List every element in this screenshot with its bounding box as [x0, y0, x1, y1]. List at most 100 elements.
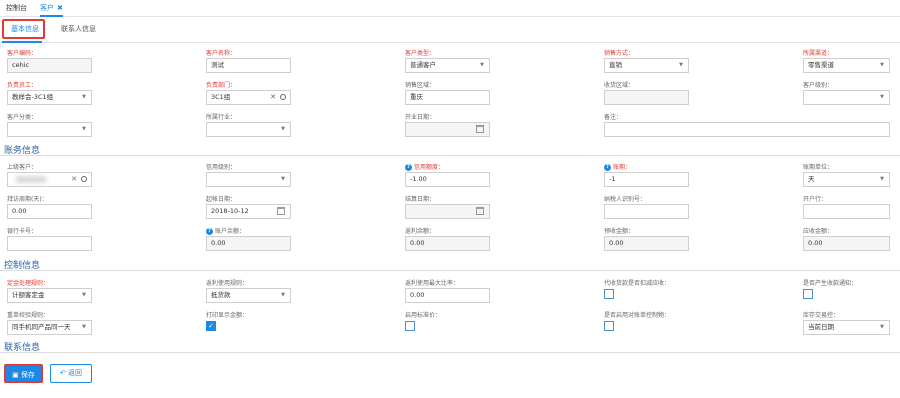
- sale-area-value: 重庆: [410, 93, 423, 101]
- close-icon[interactable]: ✖: [57, 4, 63, 12]
- sale-mode-value: 直销: [609, 61, 622, 69]
- sub-tab-bar: 基本信息 联系人信息: [0, 17, 900, 43]
- balance-label-text: 账户余额：: [215, 228, 246, 235]
- recv-area-label: 收货区域：: [604, 82, 635, 89]
- receivable-value: 0.00: [808, 239, 823, 247]
- dept-field[interactable]: 3C1组 ✕: [206, 90, 291, 105]
- back-button-label: 返回: [68, 369, 83, 377]
- dropdown-arrow-icon: ▼: [480, 62, 484, 68]
- settle-date-field[interactable]: [405, 204, 490, 219]
- tab-highlight-box: [2, 19, 45, 39]
- gen-notice-checkbox[interactable]: [803, 289, 813, 299]
- rebate-max-field[interactable]: 0.00: [405, 288, 490, 303]
- back-button[interactable]: ↶ 返回: [50, 364, 92, 383]
- customer-name-label: 客户名称：: [206, 50, 237, 57]
- tab-console[interactable]: 控制台: [6, 0, 27, 17]
- sale-area-field[interactable]: 重庆: [405, 90, 490, 105]
- account-date-value: 2018-10-12: [211, 207, 249, 215]
- credit-limit-label-text: 信用额度：: [414, 164, 445, 171]
- clear-icon[interactable]: ✕: [71, 173, 77, 186]
- card-field[interactable]: [7, 236, 92, 251]
- calendar-icon[interactable]: [277, 207, 285, 215]
- visit-cycle-value: 0.00: [12, 207, 27, 215]
- help-icon[interactable]: ?: [405, 164, 412, 171]
- tax-number-field[interactable]: [604, 204, 689, 219]
- channel-label: 所属渠道：: [803, 50, 834, 57]
- calendar-icon[interactable]: [476, 207, 484, 215]
- industry-select[interactable]: ▼: [206, 122, 291, 137]
- credit-limit-field[interactable]: -1.00: [405, 172, 490, 187]
- dropdown-arrow-icon: ▼: [880, 324, 884, 330]
- tab-customer[interactable]: 客户 ✖: [40, 0, 63, 17]
- dropdown-arrow-icon: ▼: [281, 292, 285, 298]
- customer-type-select[interactable]: 普通客户 ▼: [405, 58, 490, 73]
- credit-level-select[interactable]: ▼: [206, 172, 291, 187]
- bank-label: 开户行：: [803, 196, 828, 203]
- save-button[interactable]: ▣ 保存: [4, 364, 43, 383]
- term-unit-value: 天: [808, 175, 815, 183]
- collect-offset-checkbox[interactable]: [604, 289, 614, 299]
- stock-date-label: 库存交易控：: [803, 312, 840, 319]
- std-price-checkbox[interactable]: [405, 321, 415, 331]
- parent-customer-label: 上级客户：: [7, 164, 38, 171]
- rebate-max-label: 返利使用最大比率：: [405, 280, 460, 287]
- recv-area-field[interactable]: [604, 90, 689, 105]
- term-value: -1: [609, 175, 616, 183]
- deposit-rule-select[interactable]: 计额客定金 ▼: [7, 288, 92, 303]
- credit-level-label: 信用级别：: [206, 164, 237, 171]
- prepay-label: 预收金额：: [604, 228, 635, 235]
- section-divider: [0, 352, 900, 353]
- dropdown-arrow-icon: ▼: [82, 126, 86, 132]
- settle-date-label: 结算日期：: [405, 196, 436, 203]
- category-label: 客户分类：: [7, 114, 38, 121]
- dept-label: 负责部门：: [206, 82, 237, 89]
- channel-select[interactable]: 零售渠道 ▼: [803, 58, 890, 73]
- price-ctrl-checkbox[interactable]: [604, 321, 614, 331]
- visit-cycle-field[interactable]: 0.00: [7, 204, 92, 219]
- rebate-rule-label: 返利使用规则：: [206, 280, 249, 287]
- balance-label: ? 账户余额：: [206, 226, 245, 235]
- std-price-label: 启用标准价：: [405, 312, 442, 319]
- term-label-text: 账期：: [613, 164, 632, 171]
- term-unit-select[interactable]: 天 ▼: [803, 172, 890, 187]
- parent-customer-field[interactable]: ✕: [7, 172, 92, 187]
- rebate-rule-select[interactable]: 抵货款 ▼: [206, 288, 291, 303]
- calendar-icon[interactable]: [476, 125, 484, 133]
- rebate-label: 返利余额：: [405, 228, 436, 235]
- tab-contact-info[interactable]: 联系人信息: [61, 24, 96, 34]
- remark-field[interactable]: [604, 122, 890, 137]
- customer-code-field[interactable]: cehic: [7, 58, 92, 73]
- level-select[interactable]: ▼: [803, 90, 890, 105]
- staff-select[interactable]: 教样会-3C1组 ▼: [7, 90, 92, 105]
- tax-number-label: 纳税人识别号：: [604, 196, 647, 203]
- clear-icon[interactable]: ✕: [270, 91, 276, 104]
- bank-field[interactable]: [803, 204, 890, 219]
- dept-value: 3C1组: [211, 93, 231, 101]
- term-field[interactable]: -1: [604, 172, 689, 187]
- account-date-field[interactable]: 2018-10-12: [206, 204, 291, 219]
- search-icon[interactable]: [280, 94, 286, 100]
- checkmark-icon: ✓: [208, 322, 214, 330]
- serial-rule-select[interactable]: 同手机同产品同一天 ▼: [7, 320, 92, 335]
- section-divider: [0, 155, 900, 156]
- dropdown-arrow-icon: ▼: [679, 62, 683, 68]
- print-amount-checkbox[interactable]: ✓: [206, 321, 216, 331]
- stock-date-select[interactable]: 当前日期 ▼: [803, 320, 890, 335]
- receivable-field: 0.00: [803, 236, 890, 251]
- category-select[interactable]: ▼: [7, 122, 92, 137]
- tab-underline: [2, 41, 42, 43]
- customer-name-field[interactable]: 测试: [206, 58, 291, 73]
- help-icon[interactable]: ?: [604, 164, 611, 171]
- account-date-label: 起帐日期：: [206, 196, 237, 203]
- customer-code-value: cehic: [12, 61, 30, 69]
- industry-label: 所属行业：: [206, 114, 237, 121]
- balance-field: 0.00: [206, 236, 291, 251]
- price-ctrl-label: 是否启用对账单控制物：: [604, 312, 671, 319]
- gen-notice-label: 是否产生收款通知：: [803, 280, 858, 287]
- search-icon[interactable]: [81, 176, 87, 182]
- sale-mode-select[interactable]: 直销 ▼: [604, 58, 689, 73]
- dropdown-arrow-icon: ▼: [82, 324, 86, 330]
- open-date-field[interactable]: [405, 122, 490, 137]
- top-tab-bar: 控制台 客户 ✖: [0, 0, 900, 17]
- help-icon[interactable]: ?: [206, 228, 213, 235]
